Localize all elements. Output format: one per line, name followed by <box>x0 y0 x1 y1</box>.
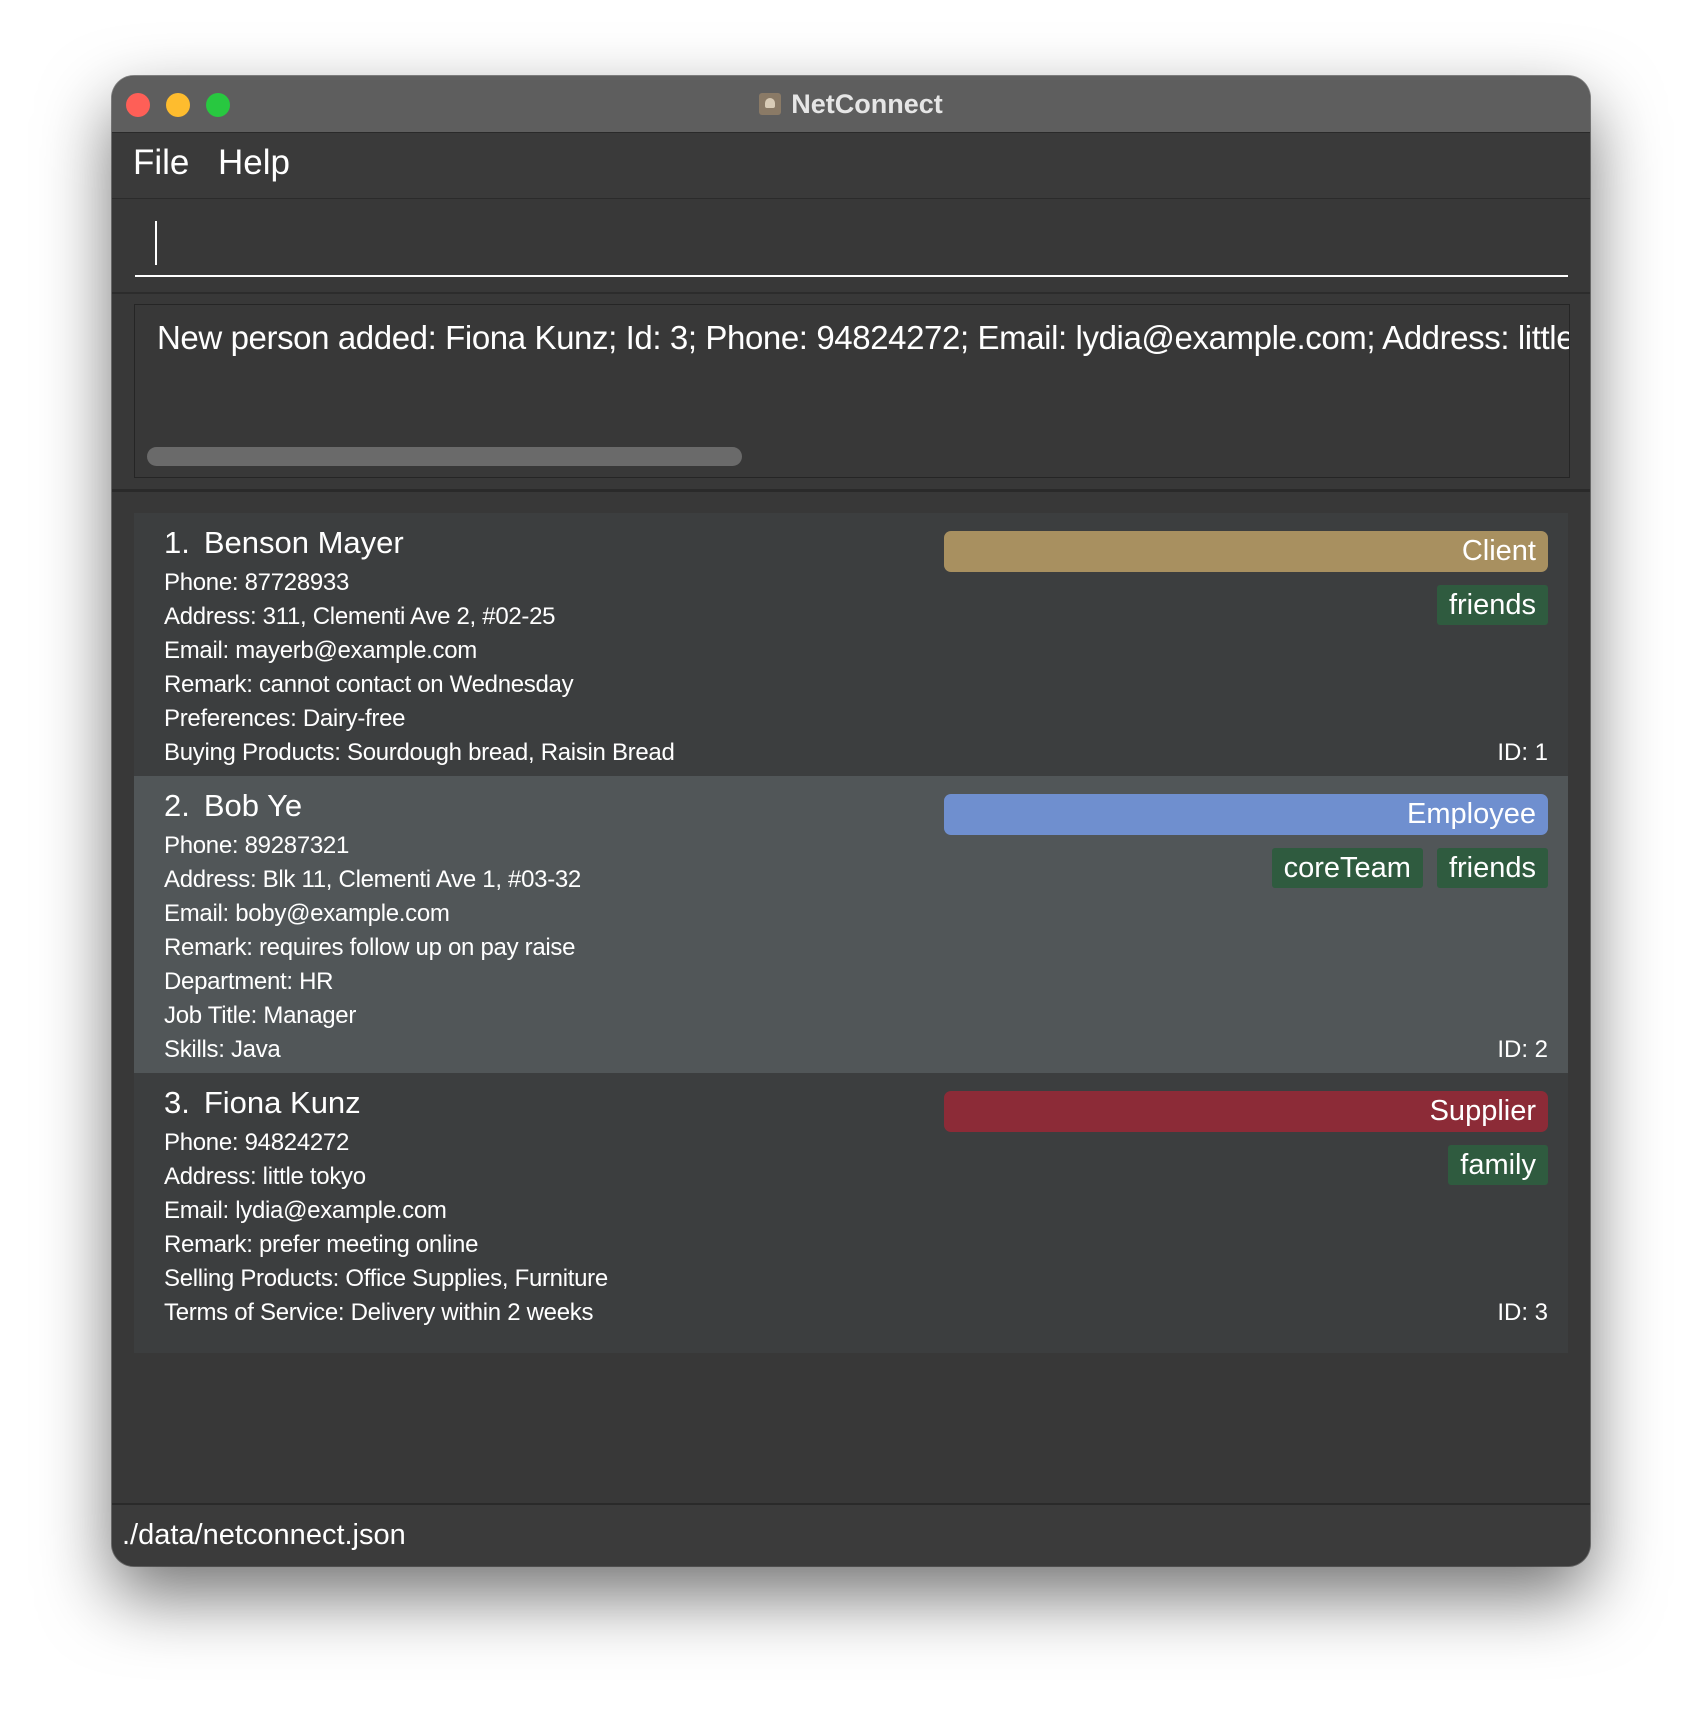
tag-chip: friends <box>1436 848 1548 888</box>
person-detail: Phone: 87728933 <box>164 569 350 596</box>
divider <box>112 292 1590 294</box>
tag-chip: friends <box>1436 585 1548 625</box>
person-name: 2. Bob Ye <box>164 788 302 824</box>
tag-list: friends <box>1436 585 1548 625</box>
tag-list: coreTeam friends <box>1271 848 1548 888</box>
person-detail: Email: boby@example.com <box>164 900 450 927</box>
person-detail: Job Title: Manager <box>164 1002 357 1029</box>
person-detail: Email: mayerb@example.com <box>164 637 477 664</box>
person-detail: Terms of Service: Delivery within 2 week… <box>164 1299 594 1326</box>
role-label: Client <box>944 531 1548 572</box>
person-detail: Selling Products: Office Supplies, Furni… <box>164 1265 608 1292</box>
person-index: 1. <box>164 525 190 560</box>
tag-chip: family <box>1448 1145 1548 1185</box>
menu-file[interactable]: File <box>133 143 189 183</box>
person-name-text: Bob Ye <box>203 788 303 823</box>
person-detail: Email: lydia@example.com <box>164 1197 447 1224</box>
app-icon <box>759 93 782 115</box>
title-bar: NetConnect <box>112 76 1590 133</box>
person-detail: Address: Blk 11, Clementi Ave 1, #03-32 <box>164 866 581 893</box>
tag-chip: coreTeam <box>1271 848 1423 888</box>
person-detail: Preferences: Dairy-free <box>164 705 406 732</box>
person-name: 1. Benson Mayer <box>164 525 404 561</box>
person-card[interactable]: 3. Fiona Kunz Phone: 94824272 Address: litt… <box>134 1073 1568 1353</box>
person-detail: Address: 311, Clementi Ave 2, #02-25 <box>164 603 556 630</box>
person-id: ID: 1 <box>1497 739 1548 766</box>
person-id: ID: 2 <box>1497 1036 1548 1063</box>
person-detail: Skills: Java <box>164 1036 281 1063</box>
person-card[interactable]: 1. Benson Mayer Phone: 87728933 Address: 31… <box>134 513 1568 793</box>
title-group: NetConnect <box>112 76 1590 132</box>
save-location: ./data/netconnect.json <box>122 1519 406 1551</box>
tag-list: family <box>1448 1145 1548 1185</box>
person-detail: Phone: 89287321 <box>164 832 350 859</box>
person-detail: Phone: 94824272 <box>164 1129 350 1156</box>
person-index: 3. <box>164 1085 190 1120</box>
person-name: 3. Fiona Kunz <box>164 1085 361 1121</box>
person-card[interactable]: 2. Bob Ye Phone: 89287321 Address: Blk 11, … <box>134 776 1568 1090</box>
divider <box>112 489 1590 492</box>
text-caret <box>155 221 157 265</box>
person-detail: Remark: requires follow up on pay raise <box>164 934 576 961</box>
app-window: NetConnect File Help New person added: F… <box>112 76 1590 1566</box>
person-detail: Address: little tokyo <box>164 1163 366 1190</box>
result-message: New person added: Fiona Kunz; Id: 3; Pho… <box>157 319 1570 356</box>
command-box <box>112 199 1590 292</box>
person-detail: Buying Products: Sourdough bread, Raisin… <box>164 739 675 766</box>
role-label: Employee <box>944 794 1548 835</box>
person-index: 2. <box>164 788 190 823</box>
result-display[interactable]: New person added: Fiona Kunz; Id: 3; Pho… <box>134 304 1570 478</box>
person-name-text: Fiona Kunz <box>203 1085 361 1120</box>
person-detail: Department: HR <box>164 968 334 995</box>
menu-bar: File Help <box>112 133 1590 199</box>
horizontal-scrollbar[interactable] <box>147 447 742 466</box>
window-title: NetConnect <box>791 88 943 119</box>
status-bar: ./data/netconnect.json <box>112 1503 1590 1566</box>
person-id: ID: 3 <box>1497 1299 1548 1326</box>
role-label: Supplier <box>944 1091 1548 1132</box>
command-input[interactable] <box>135 217 1568 277</box>
menu-help[interactable]: Help <box>218 143 290 183</box>
person-detail: Remark: cannot contact on Wednesday <box>164 671 574 698</box>
person-name-text: Benson Mayer <box>203 525 404 560</box>
person-detail: Remark: prefer meeting online <box>164 1231 479 1258</box>
